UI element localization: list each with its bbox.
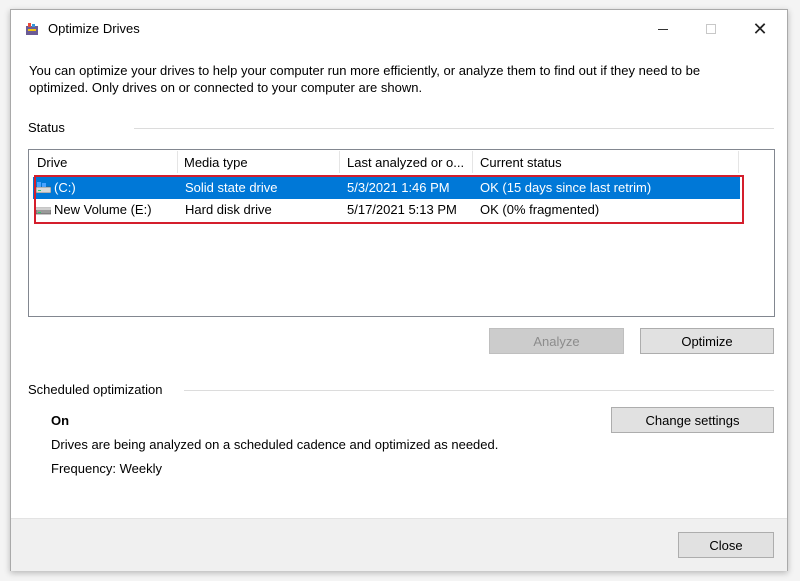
status-label: Status: [28, 120, 65, 135]
optimize-button[interactable]: Optimize: [640, 328, 774, 354]
schedule-state: On: [51, 413, 70, 428]
media-type: Hard disk drive: [185, 202, 272, 217]
window-title: Optimize Drives: [48, 21, 140, 36]
hdd-drive-icon: [36, 207, 51, 215]
column-header-last-analyzed[interactable]: Last analyzed or o...: [347, 155, 464, 170]
column-header-drive[interactable]: Drive: [37, 155, 67, 170]
drive-row-e[interactable]: New Volume (E:) Hard disk drive 5/17/202…: [33, 199, 740, 221]
optimize-drives-window: Optimize Drives ✕ You can optimize your …: [10, 9, 788, 571]
defrag-app-icon: [26, 23, 38, 35]
column-header-current-status[interactable]: Current status: [480, 155, 562, 170]
current-status: OK (15 days since last retrim): [480, 180, 652, 195]
ssd-drive-icon: [36, 182, 51, 193]
schedule-frequency: Frequency: Weekly: [51, 461, 163, 476]
close-icon: ✕: [752, 19, 768, 39]
column-separator[interactable]: [738, 151, 739, 173]
close-button[interactable]: Close: [678, 532, 774, 558]
minimize-icon: [658, 28, 668, 30]
column-separator[interactable]: [177, 151, 178, 173]
drive-name: New Volume (E:): [54, 202, 152, 217]
column-header-media-type[interactable]: Media type: [184, 155, 248, 170]
media-type: Solid state drive: [185, 180, 278, 195]
schedule-description: Drives are being analyzed on a scheduled…: [51, 437, 499, 452]
description-text: You can optimize your drives to help you…: [29, 63, 701, 95]
close-window-button[interactable]: ✕: [737, 16, 783, 42]
scheduled-divider: [184, 390, 774, 391]
status-divider: [134, 128, 774, 129]
column-separator[interactable]: [472, 151, 473, 173]
column-separator[interactable]: [339, 151, 340, 173]
last-analyzed: 5/3/2021 1:46 PM: [347, 180, 450, 195]
drive-name: (C:): [54, 180, 76, 195]
title-bar: Optimize Drives ✕: [11, 10, 787, 48]
current-status: OK (0% fragmented): [480, 202, 600, 217]
footer-bar: Close: [11, 518, 787, 571]
last-analyzed: 5/17/2021 5:13 PM: [347, 202, 457, 217]
drive-list[interactable]: Drive Media type Last analyzed or o... C…: [28, 149, 775, 317]
drive-row-c[interactable]: (C:) Solid state drive 5/3/2021 1:46 PM …: [33, 177, 740, 199]
change-settings-button[interactable]: Change settings: [611, 407, 774, 433]
minimize-button[interactable]: [640, 16, 686, 42]
scheduled-optimization-label: Scheduled optimization: [28, 382, 163, 397]
maximize-button[interactable]: [688, 16, 734, 42]
maximize-icon: [706, 24, 716, 34]
analyze-button[interactable]: Analyze: [489, 328, 624, 354]
